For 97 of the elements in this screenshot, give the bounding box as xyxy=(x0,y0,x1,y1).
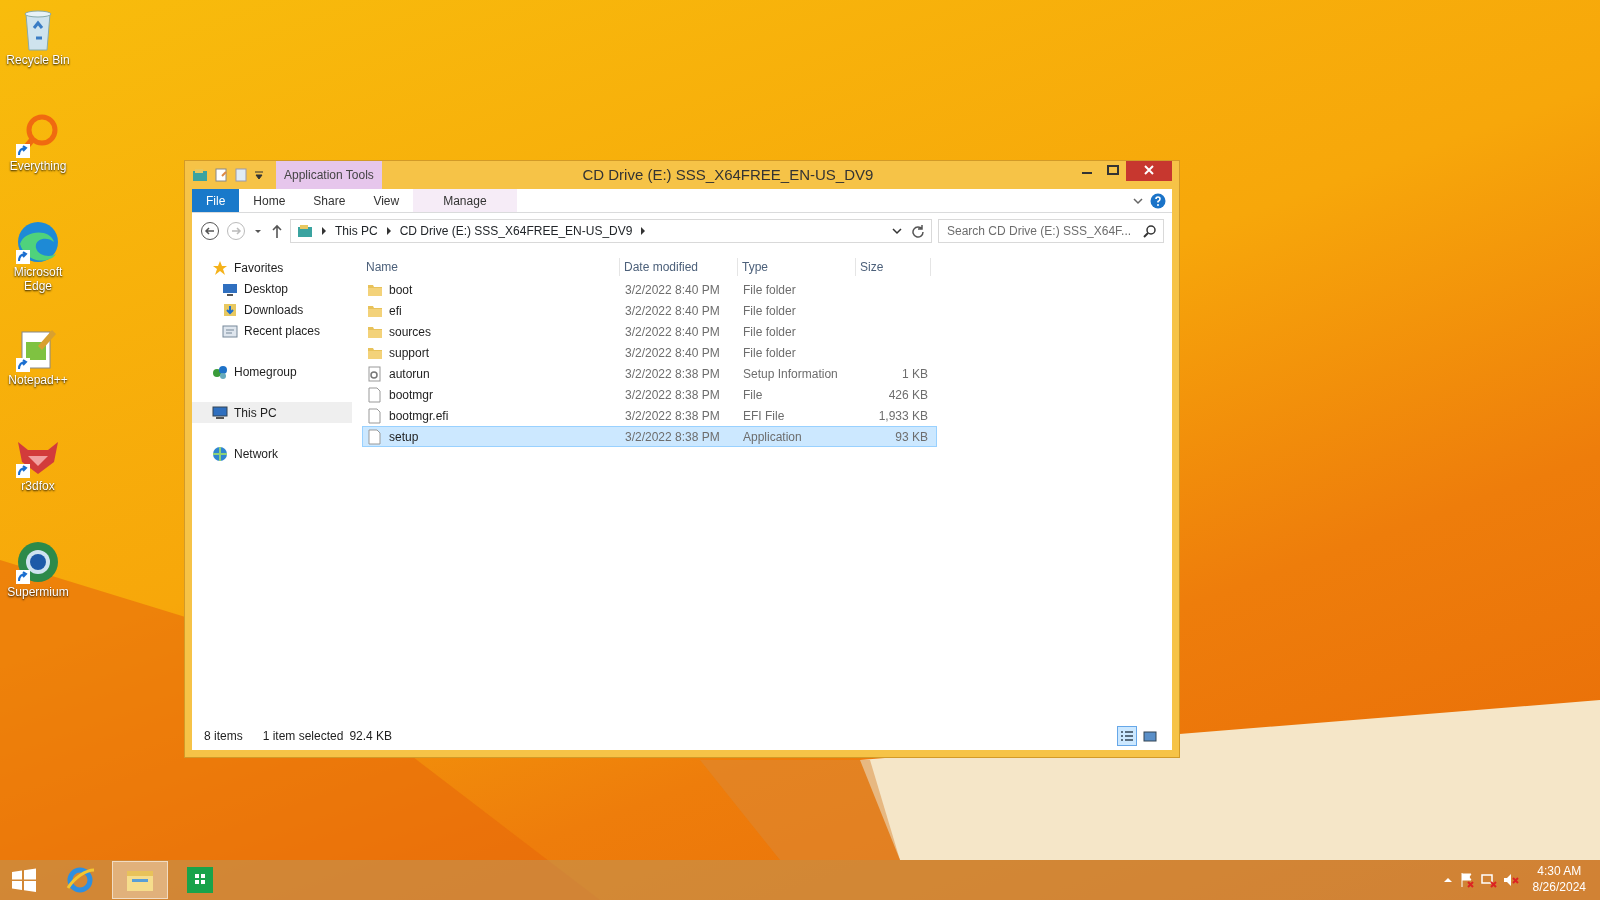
file-name: support xyxy=(389,344,430,362)
desktop-icon-label: r3dfox xyxy=(21,480,55,494)
file-name: sources xyxy=(389,323,432,341)
store-icon xyxy=(184,864,216,896)
ribbon-tab[interactable]: Share xyxy=(299,189,360,212)
ribbon-tab[interactable]: View xyxy=(359,189,414,212)
up-arrow-icon[interactable] xyxy=(270,223,284,239)
file-size: 1,933 KB xyxy=(877,407,929,425)
details-list-icon xyxy=(1120,730,1134,742)
chevron-icon[interactable] xyxy=(385,227,392,235)
selection-size: 92.4 KB xyxy=(349,728,393,745)
drive-icon xyxy=(297,224,313,238)
context-tab-group: Application Tools xyxy=(276,161,382,189)
desktop-icon-label: Recycle Bin xyxy=(6,54,70,68)
breadcrumb-item[interactable]: This PC xyxy=(335,222,378,240)
file-size: 426 KB xyxy=(887,386,929,404)
nav-item[interactable]: Homegroup xyxy=(192,361,352,382)
window-title: CD Drive (E:) SSS_X64FREE_EN-US_DV9 xyxy=(581,164,875,185)
date-modified: 3/2/2022 8:40 PM xyxy=(624,323,721,341)
chevron-icon[interactable] xyxy=(640,227,647,235)
file-row[interactable]: efi 3/2/2022 8:40 PM File folder xyxy=(362,300,937,321)
file-icon xyxy=(367,407,383,424)
homegroup-icon xyxy=(212,363,228,380)
desktop-icon-label: Supermium xyxy=(7,586,69,600)
file-size: 93 KB xyxy=(894,428,929,446)
file-name: boot xyxy=(389,281,413,299)
show-hidden-icons-icon[interactable] xyxy=(1442,875,1453,885)
computer-icon xyxy=(212,404,228,421)
column-header[interactable]: Size xyxy=(856,258,931,276)
selection-status: 1 item selected xyxy=(262,728,344,745)
nav-item[interactable]: Network xyxy=(192,443,352,464)
thumbnail-icon xyxy=(1143,730,1157,742)
file-row[interactable]: sources 3/2/2022 8:40 PM File folder xyxy=(362,321,937,342)
file-row[interactable]: bootmgr.efi 3/2/2022 8:38 PM EFI File 1,933 KB xyxy=(362,405,937,426)
file-type: File xyxy=(742,386,764,404)
nav-item[interactable]: Favorites xyxy=(192,257,352,278)
refresh-icon[interactable] xyxy=(911,224,925,238)
file-size: 1 KB xyxy=(901,365,929,383)
details-view-button[interactable] xyxy=(1117,726,1137,746)
desktop-icon-label: Microsoft Edge xyxy=(12,266,64,294)
network-status-icon[interactable] xyxy=(1480,872,1497,888)
file-icon xyxy=(367,386,383,403)
column-header[interactable]: Type xyxy=(738,258,856,276)
file-row[interactable]: setup 3/2/2022 8:38 PM Application 93 KB xyxy=(362,426,937,447)
ribbon-tab[interactable]: Home xyxy=(239,189,300,212)
recent-places-icon xyxy=(222,322,238,339)
close-icon[interactable] xyxy=(1126,161,1172,181)
nav-item[interactable]: Downloads xyxy=(192,299,352,320)
dropdown-icon[interactable] xyxy=(891,225,903,237)
properties-icon[interactable] xyxy=(214,168,228,182)
customize-dropdown-icon[interactable] xyxy=(254,170,264,180)
column-header[interactable]: Name xyxy=(362,258,620,276)
file-type: File folder xyxy=(742,344,797,362)
date-modified: 3/2/2022 8:38 PM xyxy=(624,365,721,383)
back-icon[interactable] xyxy=(200,221,220,241)
nav-item[interactable]: Recent places xyxy=(192,320,352,341)
volume-muted-icon[interactable] xyxy=(1502,872,1519,888)
file-name: efi xyxy=(389,302,402,320)
file-menu-tab[interactable]: File xyxy=(192,189,240,212)
file-name: autorun xyxy=(389,365,430,383)
file-row[interactable]: boot 3/2/2022 8:40 PM File folder xyxy=(362,279,937,300)
help-icon[interactable] xyxy=(1150,192,1166,209)
date-modified: 3/2/2022 8:38 PM xyxy=(624,428,721,446)
desktop-icon-label: Notepad++ xyxy=(8,374,68,388)
star-icon xyxy=(212,259,228,276)
file-name: setup xyxy=(389,428,419,446)
nav-item[interactable]: This PC xyxy=(192,402,352,423)
file-name: bootmgr xyxy=(389,386,434,404)
date-modified: 3/2/2022 8:38 PM xyxy=(624,386,721,404)
breadcrumb-item[interactable]: CD Drive (E:) SSS_X64FREE_EN-US_DV9 xyxy=(399,222,633,240)
search-field[interactable]: Search CD Drive (E:) SSS_X64F... xyxy=(938,219,1164,243)
downloads-icon xyxy=(222,301,238,318)
file-type: EFI File xyxy=(742,407,786,425)
nav-item[interactable]: Desktop xyxy=(192,278,352,299)
file-row[interactable]: bootmgr 3/2/2022 8:38 PM File 426 KB xyxy=(362,384,937,405)
chevron-icon[interactable] xyxy=(321,227,327,235)
desktop-icon-label: Everything xyxy=(9,160,67,174)
date-modified: 3/2/2022 8:38 PM xyxy=(624,407,721,425)
address-bar[interactable]: This PC CD Drive (E:) SSS_X64FREE_EN-US_DV9 xyxy=(290,219,932,243)
file-type: File folder xyxy=(742,302,797,320)
date-modified: 3/2/2022 8:40 PM xyxy=(624,344,721,362)
flag-icon[interactable] xyxy=(1458,872,1475,888)
date-modified: 3/2/2022 8:40 PM xyxy=(624,302,721,320)
date-modified: 3/2/2022 8:40 PM xyxy=(624,281,721,299)
file-row[interactable]: support 3/2/2022 8:40 PM File folder xyxy=(362,342,937,363)
file-type: Application xyxy=(742,428,803,446)
file-name: bootmgr.efi xyxy=(389,407,449,425)
search-icon[interactable] xyxy=(1143,224,1157,238)
file-row[interactable]: autorun 3/2/2022 8:38 PM Setup Information 1 KB xyxy=(362,363,937,384)
file-type: Setup Information xyxy=(742,365,839,383)
file-icon xyxy=(367,428,383,445)
settings-file-icon xyxy=(367,365,383,382)
file-type: File folder xyxy=(742,281,797,299)
file-type: File folder xyxy=(742,323,797,341)
item-count: 8 items xyxy=(204,728,243,745)
column-header[interactable]: Date modified xyxy=(620,258,738,276)
network-icon xyxy=(212,445,228,462)
